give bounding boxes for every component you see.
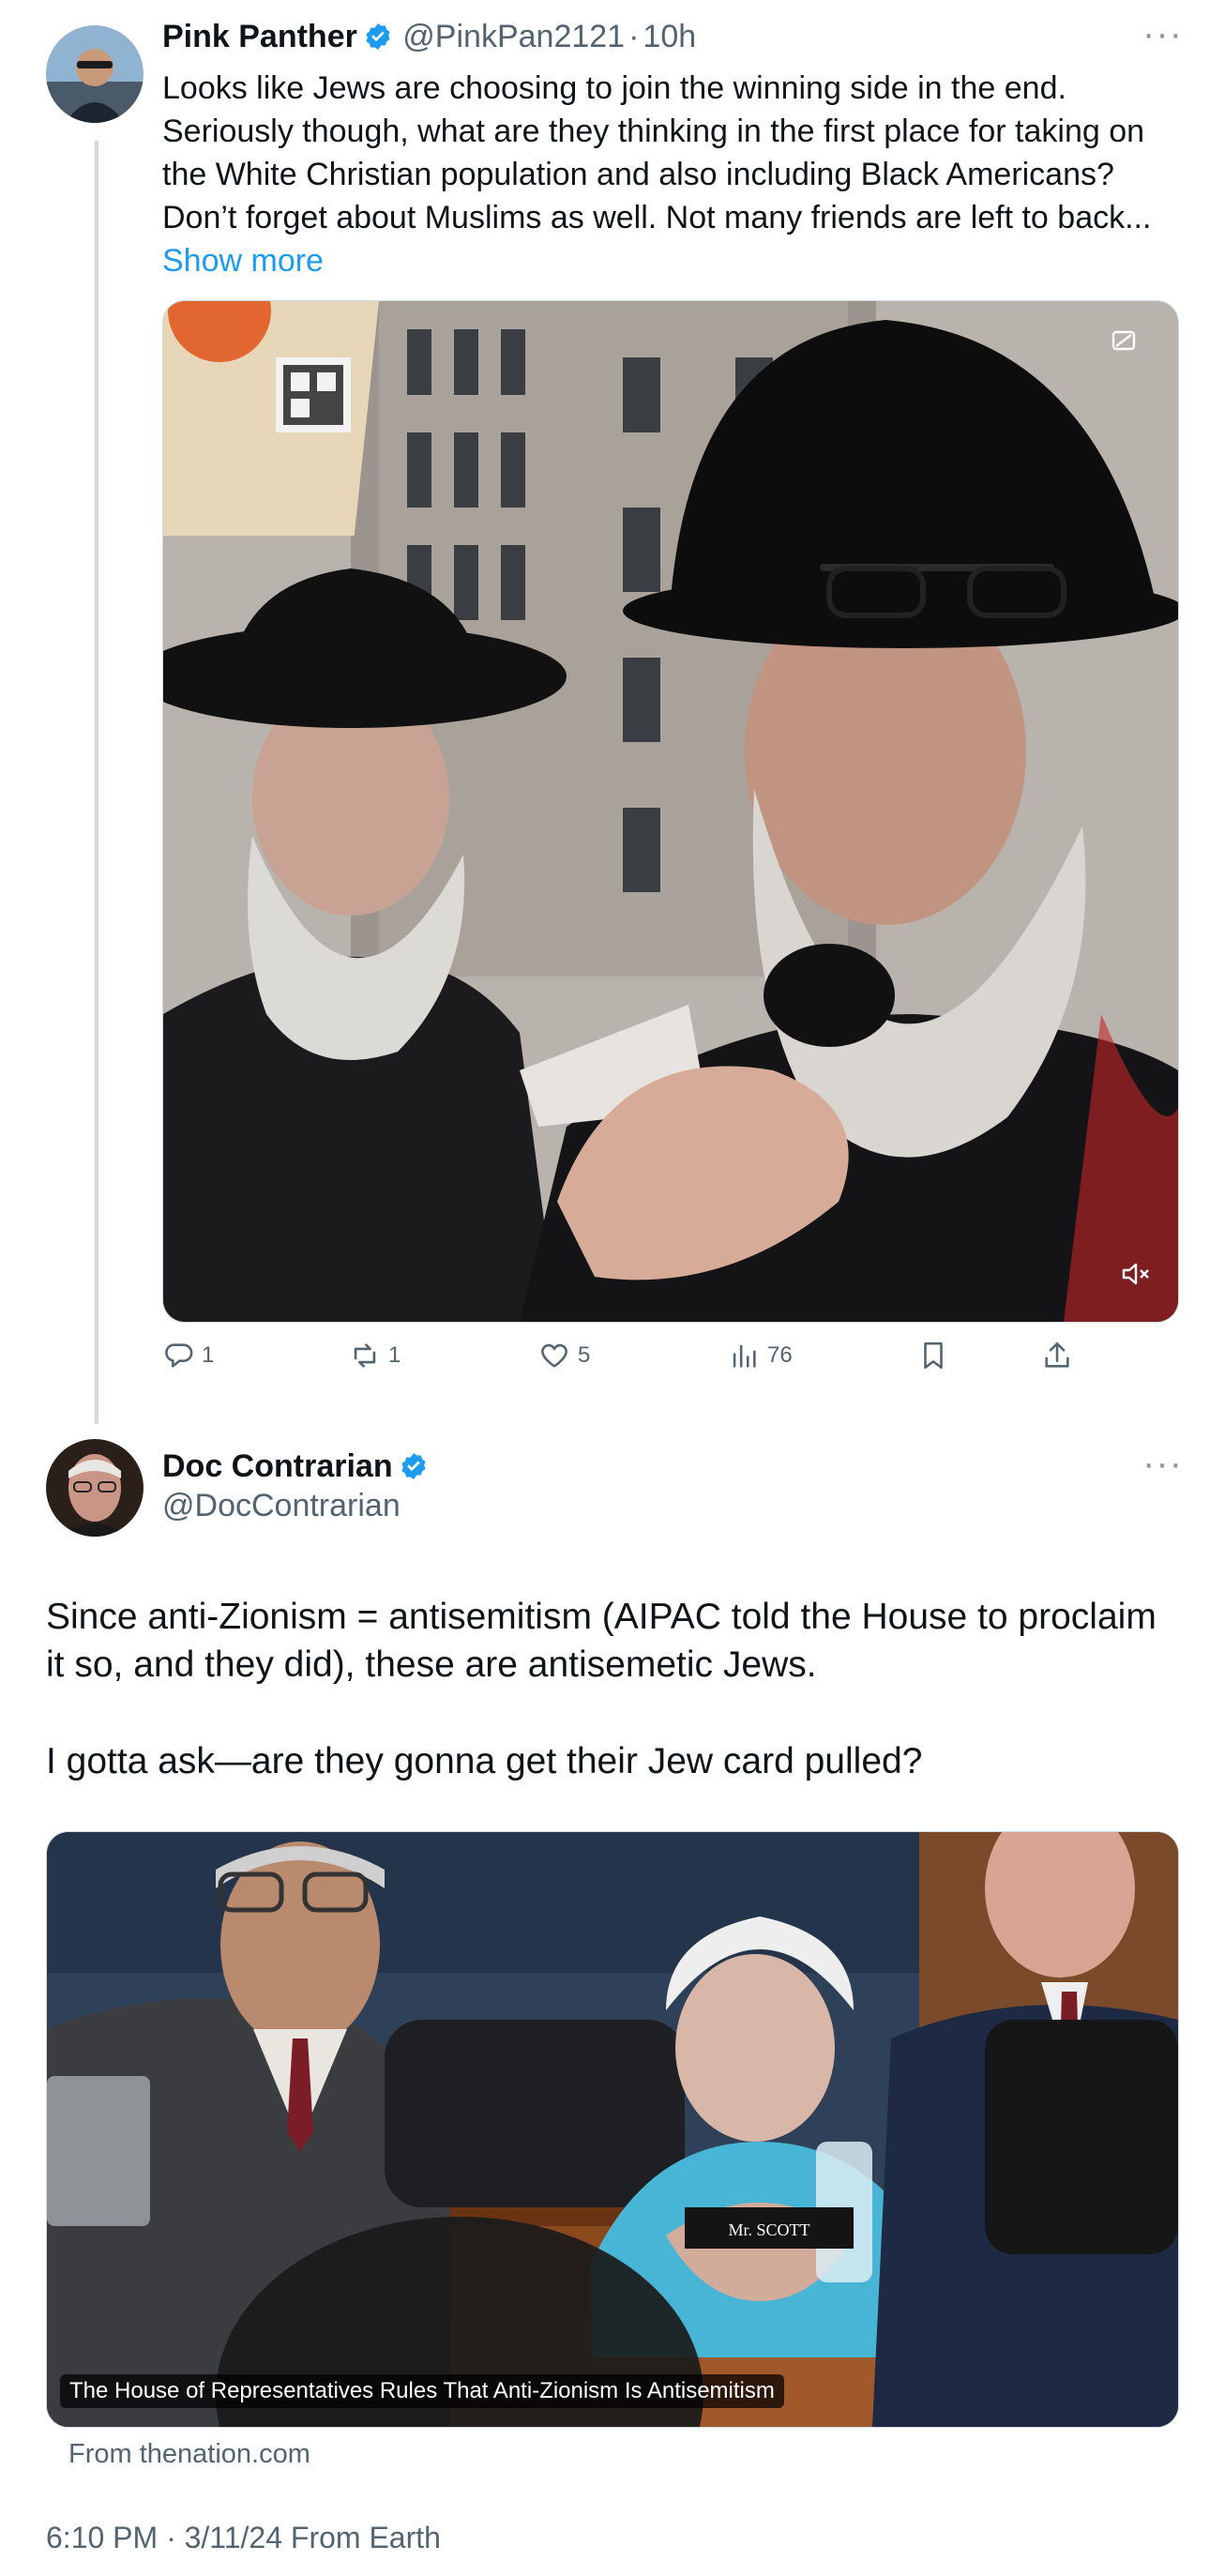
- link-card[interactable]: Mr. SCOTT The House of Representatives R…: [46, 1831, 1179, 2428]
- views-count: 76: [767, 1342, 793, 1368]
- mute-icon[interactable]: [1120, 1258, 1152, 1290]
- main-tweet-paragraph-2: I gotta ask—are they gonna get their Jew…: [46, 1741, 923, 1781]
- handle[interactable]: @DocContrarian: [162, 1488, 401, 1524]
- gif-icon[interactable]: [1111, 327, 1137, 354]
- card-source[interactable]: From thenation.com: [68, 2439, 310, 2470]
- main-tweet-paragraph-1: Since anti-Zionism = antisemitism (AIPAC…: [46, 1597, 1157, 1685]
- time-ago[interactable]: 10h: [643, 19, 696, 54]
- like-icon: [541, 1343, 567, 1368]
- separator: ·: [628, 19, 640, 54]
- reply-video[interactable]: [162, 300, 1179, 1323]
- display-name[interactable]: Pink Panther: [162, 19, 357, 54]
- repost-icon: [354, 1343, 376, 1368]
- share-button[interactable]: [1041, 1340, 1073, 1371]
- share-icon: [1045, 1341, 1069, 1368]
- handle[interactable]: @PinkPan2121: [402, 19, 625, 54]
- card-headline[interactable]: The House of Representatives Rules That …: [60, 2374, 784, 2408]
- display-name[interactable]: Doc Contrarian: [162, 1448, 393, 1484]
- repost-button[interactable]: 1: [349, 1340, 401, 1371]
- views-icon: [733, 1344, 756, 1368]
- more-options-icon[interactable]: ···: [1142, 13, 1183, 55]
- like-button[interactable]: 5: [538, 1340, 590, 1371]
- bookmark-button[interactable]: [917, 1340, 949, 1371]
- reply-tweet-header: Pink Panther @PinkPan2121 · 10h: [162, 19, 696, 55]
- avatar-doc-contrarian[interactable]: [46, 1439, 144, 1537]
- reply-count: 1: [202, 1342, 215, 1368]
- show-more-link[interactable]: Show more: [162, 243, 324, 279]
- views-button[interactable]: 76: [728, 1340, 793, 1371]
- more-options-icon[interactable]: ···: [1142, 1443, 1183, 1485]
- name-plate-text: Mr. SCOTT: [728, 2220, 809, 2239]
- tweet-timestamp[interactable]: 6:10 PM · 3/11/24 From Earth: [46, 2521, 441, 2555]
- reply-text-body: Looks like Jews are choosing to join the…: [162, 70, 1152, 235]
- reply-button[interactable]: 1: [162, 1340, 214, 1371]
- verified-badge-icon: [401, 1453, 426, 1479]
- thread-line: [95, 141, 98, 1424]
- avatar-pink-panther[interactable]: [46, 25, 144, 123]
- repost-count: 1: [388, 1342, 401, 1368]
- video-frame: [163, 301, 1178, 1322]
- reply-icon: [165, 1343, 193, 1368]
- main-tweet-name-row: Doc Contrarian: [162, 1448, 429, 1485]
- link-card-image: Mr. SCOTT: [47, 1832, 1178, 2427]
- like-count: 5: [578, 1342, 591, 1368]
- verified-badge-icon: [366, 23, 390, 50]
- reply-tweet-text: Looks like Jews are choosing to join the…: [162, 67, 1175, 282]
- bookmark-icon: [924, 1341, 943, 1370]
